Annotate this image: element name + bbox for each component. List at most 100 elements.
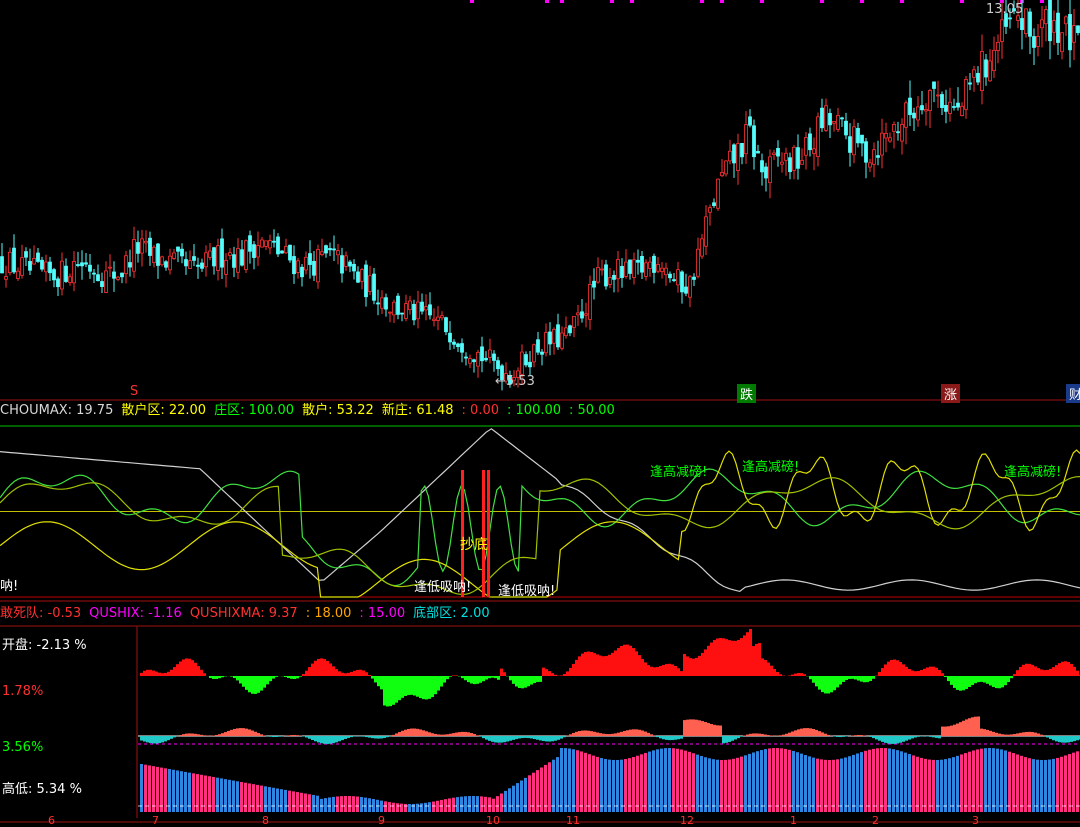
dibu-bar xyxy=(436,801,439,812)
gansidui-bar xyxy=(965,676,968,689)
gansidui-bar xyxy=(962,676,965,690)
gansidui-bar xyxy=(866,676,869,682)
candle-body xyxy=(537,340,540,352)
candle-body xyxy=(385,298,388,309)
candle-body xyxy=(85,263,88,264)
gansidui-bar xyxy=(212,676,215,679)
qushix-bar xyxy=(1031,732,1034,736)
qushix-bar xyxy=(869,736,872,737)
qushix-bar xyxy=(974,717,977,736)
gansidui-bar xyxy=(362,670,365,676)
qushix-bar xyxy=(827,735,830,736)
candle-body xyxy=(273,241,276,242)
candle-body xyxy=(57,279,60,287)
candle-body xyxy=(261,240,264,247)
gansidui-bar xyxy=(518,676,521,688)
gansidui-bar xyxy=(779,674,782,676)
qushix-bar xyxy=(635,729,638,736)
candle-body xyxy=(593,281,596,287)
dibu-bar xyxy=(828,760,831,812)
qushix-bar xyxy=(344,736,347,739)
qushix-bar xyxy=(725,736,728,743)
gansidui-bar xyxy=(986,676,989,684)
gansidui-bar xyxy=(608,655,611,676)
gansidui-bar xyxy=(158,673,161,676)
gansidui-bar xyxy=(932,667,935,676)
gansidui-bar xyxy=(710,643,713,676)
dibu-bar xyxy=(700,756,703,812)
candle-body xyxy=(853,127,856,155)
qushix-bar xyxy=(419,729,422,736)
dibu-bar xyxy=(680,750,683,812)
candle-body xyxy=(205,253,208,267)
gansidui-bar xyxy=(503,672,506,676)
gansidui-bar xyxy=(872,676,875,679)
qushix-bar xyxy=(821,732,824,736)
qushix-bar xyxy=(203,735,206,736)
indicator1-legend-item: : 0.00 xyxy=(462,403,499,418)
qushix-bar xyxy=(338,736,341,741)
candle-body xyxy=(833,121,836,123)
qushix-bar xyxy=(149,736,152,743)
dibu-bar xyxy=(152,766,155,812)
gansidui-bar xyxy=(191,660,194,676)
candle-body xyxy=(693,277,696,279)
gansidui-bar xyxy=(992,676,995,687)
gansidui-bar xyxy=(215,676,218,679)
gansidui-bar xyxy=(209,676,212,678)
candle-body xyxy=(645,263,648,277)
gansidui-bar xyxy=(1025,664,1028,676)
candle-body xyxy=(1073,26,1076,43)
gansidui-bar xyxy=(488,676,491,678)
qushix-bar xyxy=(908,736,911,740)
date-tick: 9 xyxy=(378,814,385,827)
qushix-bar xyxy=(863,735,866,736)
qushix-bar xyxy=(896,736,899,743)
dibu-bar xyxy=(660,749,663,812)
gansidui-bar xyxy=(647,665,650,676)
qushix-bar xyxy=(254,732,257,736)
dibu-bar xyxy=(636,756,639,812)
date-tick: 1 xyxy=(790,814,797,827)
dibu-bar xyxy=(740,757,743,812)
gansidui-bar xyxy=(728,640,731,676)
qushix-bar xyxy=(800,729,803,736)
gansidui-bar xyxy=(266,676,269,684)
candle-body xyxy=(913,113,916,118)
candle-body xyxy=(805,138,808,156)
candle-body xyxy=(369,276,372,292)
dibu-bar xyxy=(772,748,775,812)
candle-body xyxy=(105,271,108,293)
dibu-bar xyxy=(816,759,819,812)
indicator2-legend-item: : 18.00 xyxy=(306,606,352,621)
gansidui-bar xyxy=(833,676,836,690)
dibu-bar xyxy=(308,794,311,812)
candle-body xyxy=(321,252,324,255)
candle-body xyxy=(609,278,612,285)
candle-body xyxy=(993,50,996,70)
gansidui-bar xyxy=(350,672,353,676)
candle-body xyxy=(1045,10,1048,24)
qushix-bar xyxy=(983,729,986,736)
dibu-bar xyxy=(920,758,923,812)
candle-body xyxy=(685,287,688,293)
gansidui-bar xyxy=(290,676,293,679)
qushix-bar xyxy=(647,733,650,736)
gansidui-bar xyxy=(1073,667,1076,676)
dibu-bar xyxy=(184,772,187,812)
gansidui-bar xyxy=(854,676,857,679)
gansidui-bar xyxy=(1019,667,1022,676)
gansidui-bar xyxy=(509,676,512,680)
indicator2-legend-item: 敢死队: -0.53 xyxy=(0,606,81,621)
gansidui-bar xyxy=(794,674,797,676)
qushix-bar xyxy=(680,736,683,739)
qushix-bar xyxy=(980,729,983,736)
candle-body xyxy=(177,247,180,251)
top-tick-mark xyxy=(1040,0,1044,3)
candle-body xyxy=(125,256,128,274)
candle-body xyxy=(821,108,824,128)
dibu-bar xyxy=(708,758,711,812)
qushix-bar xyxy=(377,736,380,739)
candle-body xyxy=(865,142,868,162)
gansidui-bar xyxy=(722,638,725,676)
